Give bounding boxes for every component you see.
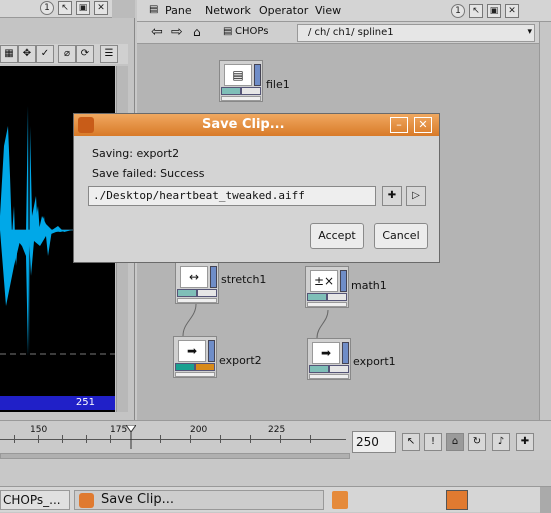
status-text: Save failed: Success <box>92 167 205 180</box>
audio-icon[interactable]: ♪ <box>492 433 510 451</box>
left-pane-header: 1 ↖ ▣ ✕ <box>0 0 135 18</box>
taskbar-item-chops[interactable]: CHOPs_... <box>0 490 70 510</box>
close-icon[interactable]: ✕ <box>94 1 108 15</box>
key-icon[interactable]: ! <box>424 433 442 451</box>
pin-icon[interactable]: ↖ <box>58 1 72 15</box>
saving-text: Saving: export2 <box>92 147 180 160</box>
tick-label-225: 225 <box>268 425 286 435</box>
dialog-title-bar[interactable]: Save Clip... – ✕ <box>74 114 439 136</box>
node-label-export2: export2 <box>219 354 262 367</box>
timeline-bar: 150 175 200 225 250 ↖ ! ⌂ ↻ ♪ ✚ <box>0 420 551 460</box>
taskbar-item-label: Save Clip... <box>101 492 174 507</box>
node-label-stretch1: stretch1 <box>221 273 267 286</box>
node-math1[interactable]: ±× <box>305 266 349 308</box>
stretch-icon: ↔ <box>180 266 208 288</box>
tick-label-150: 150 <box>30 425 48 435</box>
node-label-math1: math1 <box>351 279 387 292</box>
file-path-field[interactable]: ./Desktop/heartbeat_tweaked.aiff <box>88 186 376 206</box>
node-label-export1: export1 <box>353 355 396 368</box>
cursor-icon[interactable]: ↖ <box>402 433 420 451</box>
save-clip-dialog: Save Clip... – ✕ Saving: export2 Save fa… <box>73 113 440 263</box>
frame-readout: 251 <box>0 396 115 410</box>
frame-field[interactable]: 250 <box>352 431 396 453</box>
play-button[interactable]: ▷ <box>406 186 426 206</box>
close-icon[interactable]: ✕ <box>414 117 432 133</box>
accept-button[interactable]: Accept <box>310 223 364 249</box>
node-file1[interactable]: ▤ <box>219 60 263 102</box>
node-label-file1: file1 <box>266 78 290 91</box>
taskbar: CHOPs_... Save Clip... <box>0 486 551 513</box>
tick-label-175: 175 <box>110 425 128 435</box>
dialog-app-icon <box>78 117 94 133</box>
dialog-title: Save Clip... <box>202 117 285 132</box>
node-export2[interactable]: ➡ <box>173 336 217 378</box>
add-icon[interactable]: ✚ <box>516 433 534 451</box>
sync-icon[interactable]: ⟳ <box>76 45 94 63</box>
tray-separator <box>540 487 551 513</box>
pin-off-icon[interactable]: ⌀ <box>58 45 76 63</box>
copy-icon[interactable]: ▣ <box>76 1 90 15</box>
scope-icon[interactable]: ⌂ <box>446 433 464 451</box>
list-icon[interactable]: ☰ <box>100 45 118 63</box>
loop-icon[interactable]: ↻ <box>468 433 486 451</box>
playhead-marker[interactable] <box>125 424 137 449</box>
timeline-scroll[interactable] <box>0 453 350 459</box>
tray-houdini-icon[interactable] <box>446 490 468 510</box>
network-scrollbar[interactable] <box>539 22 551 420</box>
node-stretch1[interactable]: ↔ <box>175 262 219 304</box>
left-toolbar: ▦ ✥ ✓ ⌀ ⟳ ☰ <box>0 44 128 64</box>
pane-divider[interactable] <box>112 0 135 18</box>
export-icon: ➡ <box>312 342 340 364</box>
tick-label-200: 200 <box>190 425 208 435</box>
check-icon[interactable]: ✓ <box>36 45 54 63</box>
view-icon[interactable]: ▦ <box>0 45 18 63</box>
houdini-icon <box>79 493 94 508</box>
math-icon: ±× <box>310 270 338 292</box>
browse-button[interactable]: ✚ <box>382 186 402 206</box>
help-icon[interactable]: 1 <box>40 1 54 15</box>
cancel-button[interactable]: Cancel <box>374 223 428 249</box>
trash-icon[interactable] <box>332 491 348 509</box>
taskbar-item-save-clip[interactable]: Save Clip... <box>74 490 324 510</box>
file-icon: ▤ <box>224 64 252 86</box>
move-icon[interactable]: ✥ <box>18 45 36 63</box>
minimize-icon[interactable]: – <box>390 117 408 133</box>
export-icon: ➡ <box>178 340 206 362</box>
node-export1[interactable]: ➡ <box>307 338 351 380</box>
timeline-ruler[interactable]: 150 175 200 225 <box>0 424 346 451</box>
